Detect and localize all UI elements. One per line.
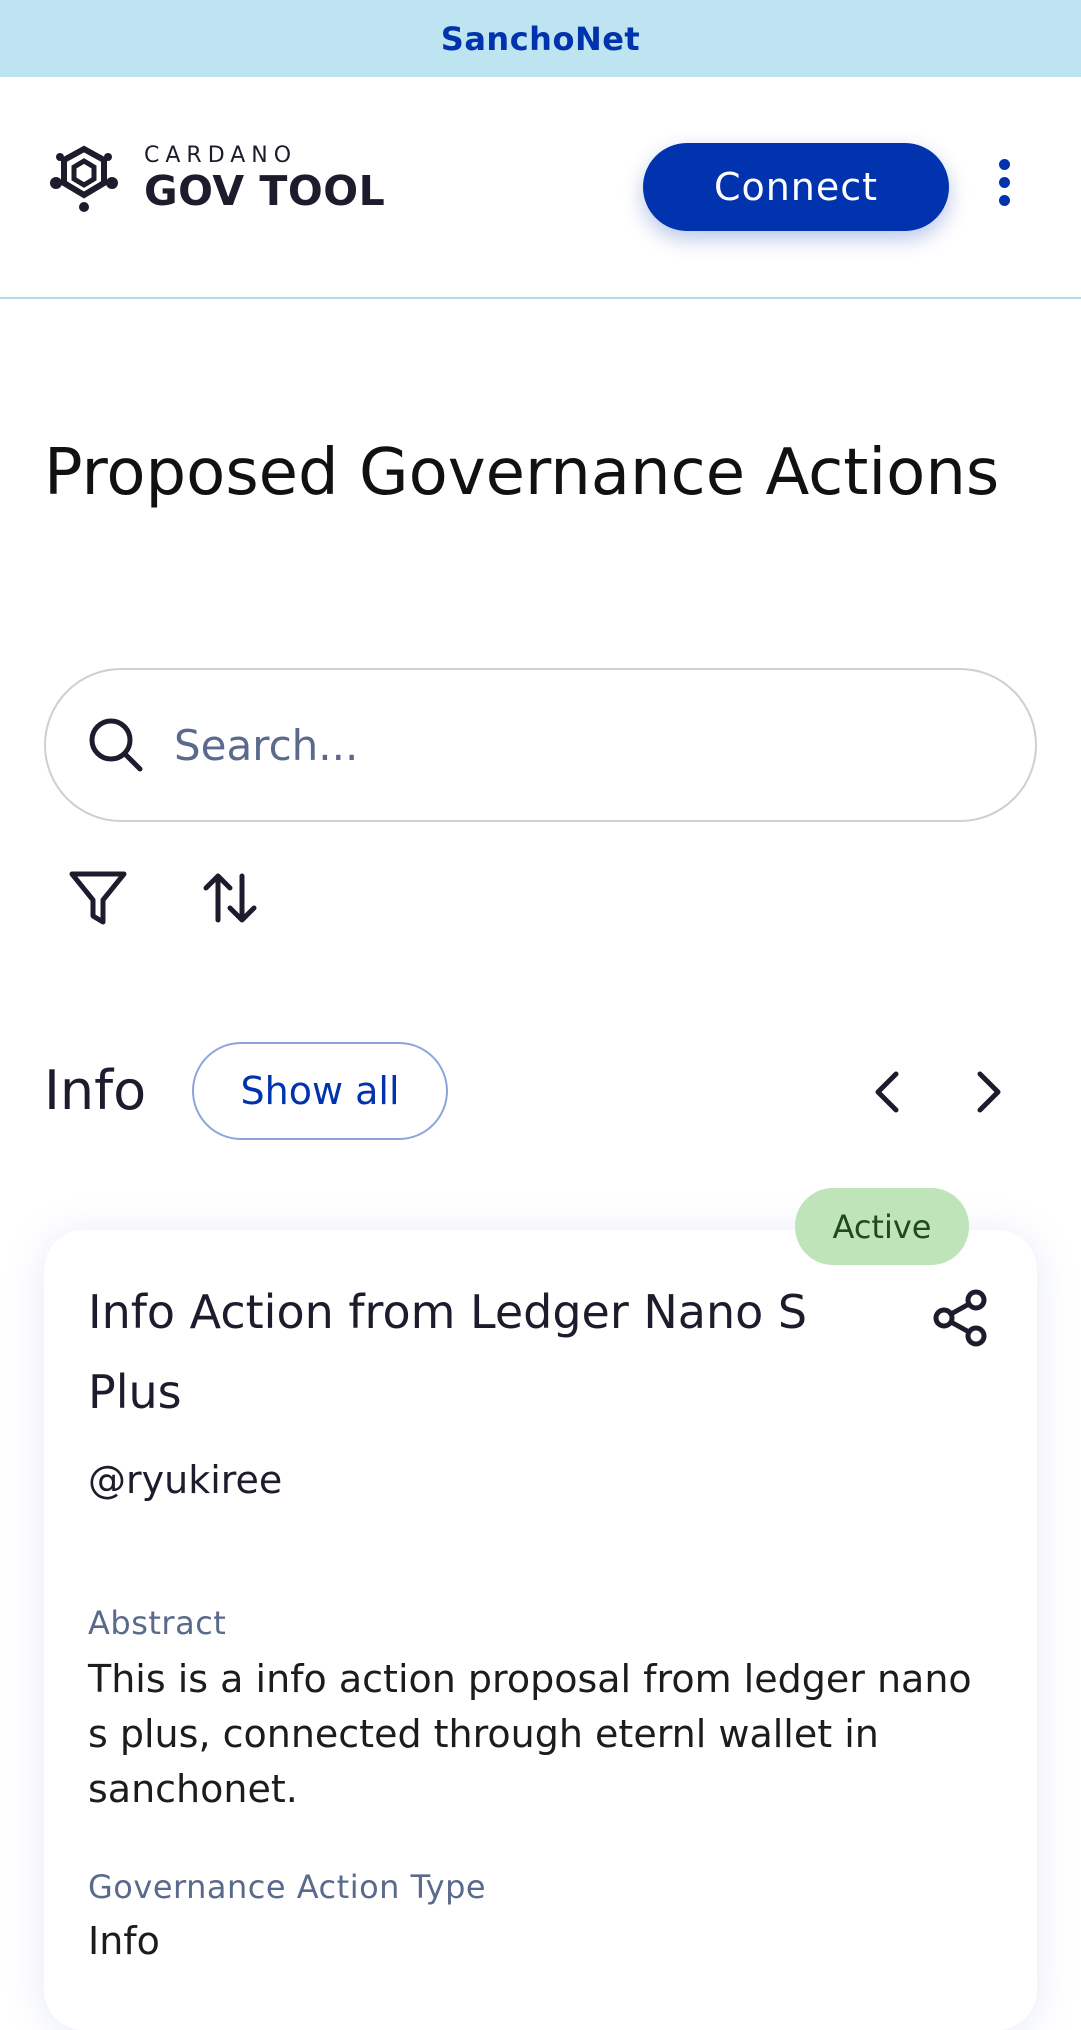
search-icon	[89, 718, 143, 772]
chevron-left-icon	[875, 1071, 899, 1113]
header: CARDANO GOV TOOL Connect	[0, 77, 1081, 299]
filter-button[interactable]	[58, 858, 138, 938]
share-icon	[933, 1289, 987, 1347]
author-handle: @ryukiree	[88, 1458, 283, 1502]
section-title: Info	[44, 1059, 147, 1122]
page-title: Proposed Governance Actions	[44, 436, 1000, 510]
abstract-label: Abstract	[88, 1604, 227, 1642]
more-menu-icon[interactable]	[990, 159, 1018, 215]
card-title: Info Action from Ledger Nano S Plus	[88, 1285, 808, 1419]
connect-button[interactable]: Connect	[643, 143, 949, 231]
previous-button[interactable]	[848, 1052, 928, 1132]
action-type-value: Info	[88, 1919, 160, 1963]
logo-subtitle: CARDANO	[144, 142, 298, 168]
show-all-button[interactable]: Show all	[192, 1042, 448, 1140]
gov-tool-logo-icon	[50, 145, 118, 212]
next-button[interactable]	[948, 1052, 1028, 1132]
search-input[interactable]	[174, 705, 954, 785]
logo[interactable]: CARDANO GOV TOOL	[44, 143, 385, 213]
action-type-label: Governance Action Type	[88, 1868, 487, 1906]
status-badge: Active	[795, 1188, 969, 1265]
filter-icon	[69, 871, 127, 925]
abstract-text: This is a info action proposal from ledg…	[88, 1657, 972, 1811]
network-label: SanchoNet	[440, 19, 641, 58]
network-banner: SanchoNet	[0, 0, 1081, 77]
sort-icon	[203, 873, 257, 923]
search-box[interactable]	[44, 668, 1037, 822]
logo-title: GOV TOOL	[144, 166, 386, 215]
sort-button[interactable]	[190, 858, 270, 938]
chevron-right-icon	[977, 1071, 1001, 1113]
share-button[interactable]	[928, 1286, 992, 1350]
